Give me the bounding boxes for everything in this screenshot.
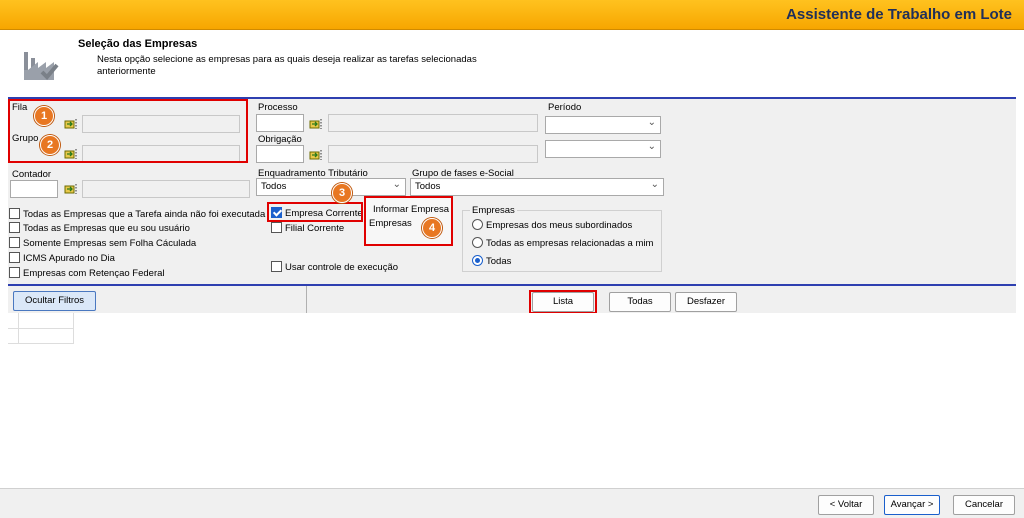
checkbox-icms-apurado[interactable]: ICMS Apurado no Dia	[9, 252, 115, 264]
highlight-box-lista	[529, 290, 597, 314]
periodo-end-select[interactable]: ⌄	[545, 140, 661, 158]
checkbox-box[interactable]	[271, 222, 282, 233]
checkbox-box[interactable]	[9, 267, 20, 278]
toolbar	[8, 286, 1016, 313]
step-badge-1: 1	[34, 106, 54, 126]
desfazer-button[interactable]: Desfazer	[675, 292, 737, 312]
obrigacao-label: Obrigação	[258, 134, 302, 145]
contador-label: Contador	[12, 169, 52, 180]
contador-code-field[interactable]	[10, 180, 58, 198]
grid-col-line	[18, 313, 19, 343]
checkbox-box[interactable]	[9, 208, 20, 219]
checkbox-box[interactable]	[9, 252, 20, 263]
contador-field[interactable]	[82, 180, 250, 198]
processo-field[interactable]	[328, 114, 538, 132]
checkbox-box[interactable]	[271, 261, 282, 272]
grupo-fases-value: Todos	[415, 181, 441, 192]
empresas-group-title: Empresas	[470, 205, 517, 216]
radio-button[interactable]	[472, 237, 483, 248]
checkbox-box[interactable]	[9, 222, 20, 233]
window-title: Assistente de Trabalho em Lote	[786, 6, 1012, 23]
periodo-label: Período	[548, 102, 582, 113]
header-area: Seleção das Empresas Nesta opção selecio…	[0, 30, 1024, 98]
step-badge-4: 4	[422, 218, 442, 238]
grid-row-line	[8, 343, 74, 344]
chevron-down-icon: ⌄	[650, 179, 659, 190]
obrigacao-field[interactable]	[328, 145, 538, 163]
checkbox-sou-usuario[interactable]: Todas as Empresas que eu sou usuário	[9, 222, 190, 234]
page-title: Seleção das Empresas	[78, 38, 198, 50]
title-bar: Assistente de Trabalho em Lote	[0, 0, 1024, 30]
page-description: Nesta opção selecione as empresas para a…	[97, 54, 477, 77]
grupo-fases-select[interactable]: Todos ⌄	[410, 178, 664, 196]
radio-button-selected[interactable]	[472, 255, 483, 266]
radio-relacionadas[interactable]: Todas as empresas relacionadas a mim	[472, 237, 653, 249]
step-badge-3: 3	[332, 183, 352, 203]
contador-picker-icon[interactable]	[64, 182, 80, 196]
radio-subordinados[interactable]: Empresas dos meus subordinados	[472, 219, 632, 231]
chevron-down-icon: ⌄	[647, 117, 656, 128]
highlight-box-3	[267, 202, 363, 222]
checkbox-retencao-federal[interactable]: Empresas com Retençao Federal	[9, 267, 165, 279]
checkbox-usar-controle[interactable]: Usar controle de execução	[271, 261, 398, 273]
processo-label: Processo	[258, 102, 298, 113]
ocultar-filtros-button[interactable]: Ocultar Filtros	[13, 291, 96, 311]
checkbox-sem-folha[interactable]: Somente Empresas sem Folha Cáculada	[9, 237, 196, 249]
processo-code-field[interactable]	[256, 114, 304, 132]
obrigacao-code-field[interactable]	[256, 145, 304, 163]
radio-todas[interactable]: Todas	[472, 255, 511, 267]
radio-button[interactable]	[472, 219, 483, 230]
cancelar-button[interactable]: Cancelar	[953, 495, 1015, 515]
obrigacao-picker-icon[interactable]	[309, 148, 325, 162]
checkbox-filial-corrente[interactable]: Filial Corrente	[271, 222, 344, 234]
checkbox-tarefa-nao-executada[interactable]: Todas as Empresas que a Tarefa ainda não…	[9, 208, 265, 220]
enquadramento-value: Todos	[261, 181, 287, 192]
factory-check-icon	[24, 52, 59, 80]
chevron-down-icon: ⌄	[647, 141, 656, 152]
enquadramento-select[interactable]: Todos ⌄	[256, 178, 406, 196]
voltar-button[interactable]: < Voltar	[818, 495, 874, 515]
toolbar-separator	[306, 286, 307, 313]
processo-picker-icon[interactable]	[309, 117, 325, 131]
step-badge-2: 2	[40, 135, 60, 155]
todas-button[interactable]: Todas	[609, 292, 671, 312]
checkbox-box[interactable]	[9, 237, 20, 248]
periodo-start-select[interactable]: ⌄	[545, 116, 661, 134]
empresas-grid[interactable]	[8, 313, 1016, 488]
chevron-down-icon: ⌄	[392, 179, 401, 190]
avancar-button[interactable]: Avançar >	[884, 495, 940, 515]
